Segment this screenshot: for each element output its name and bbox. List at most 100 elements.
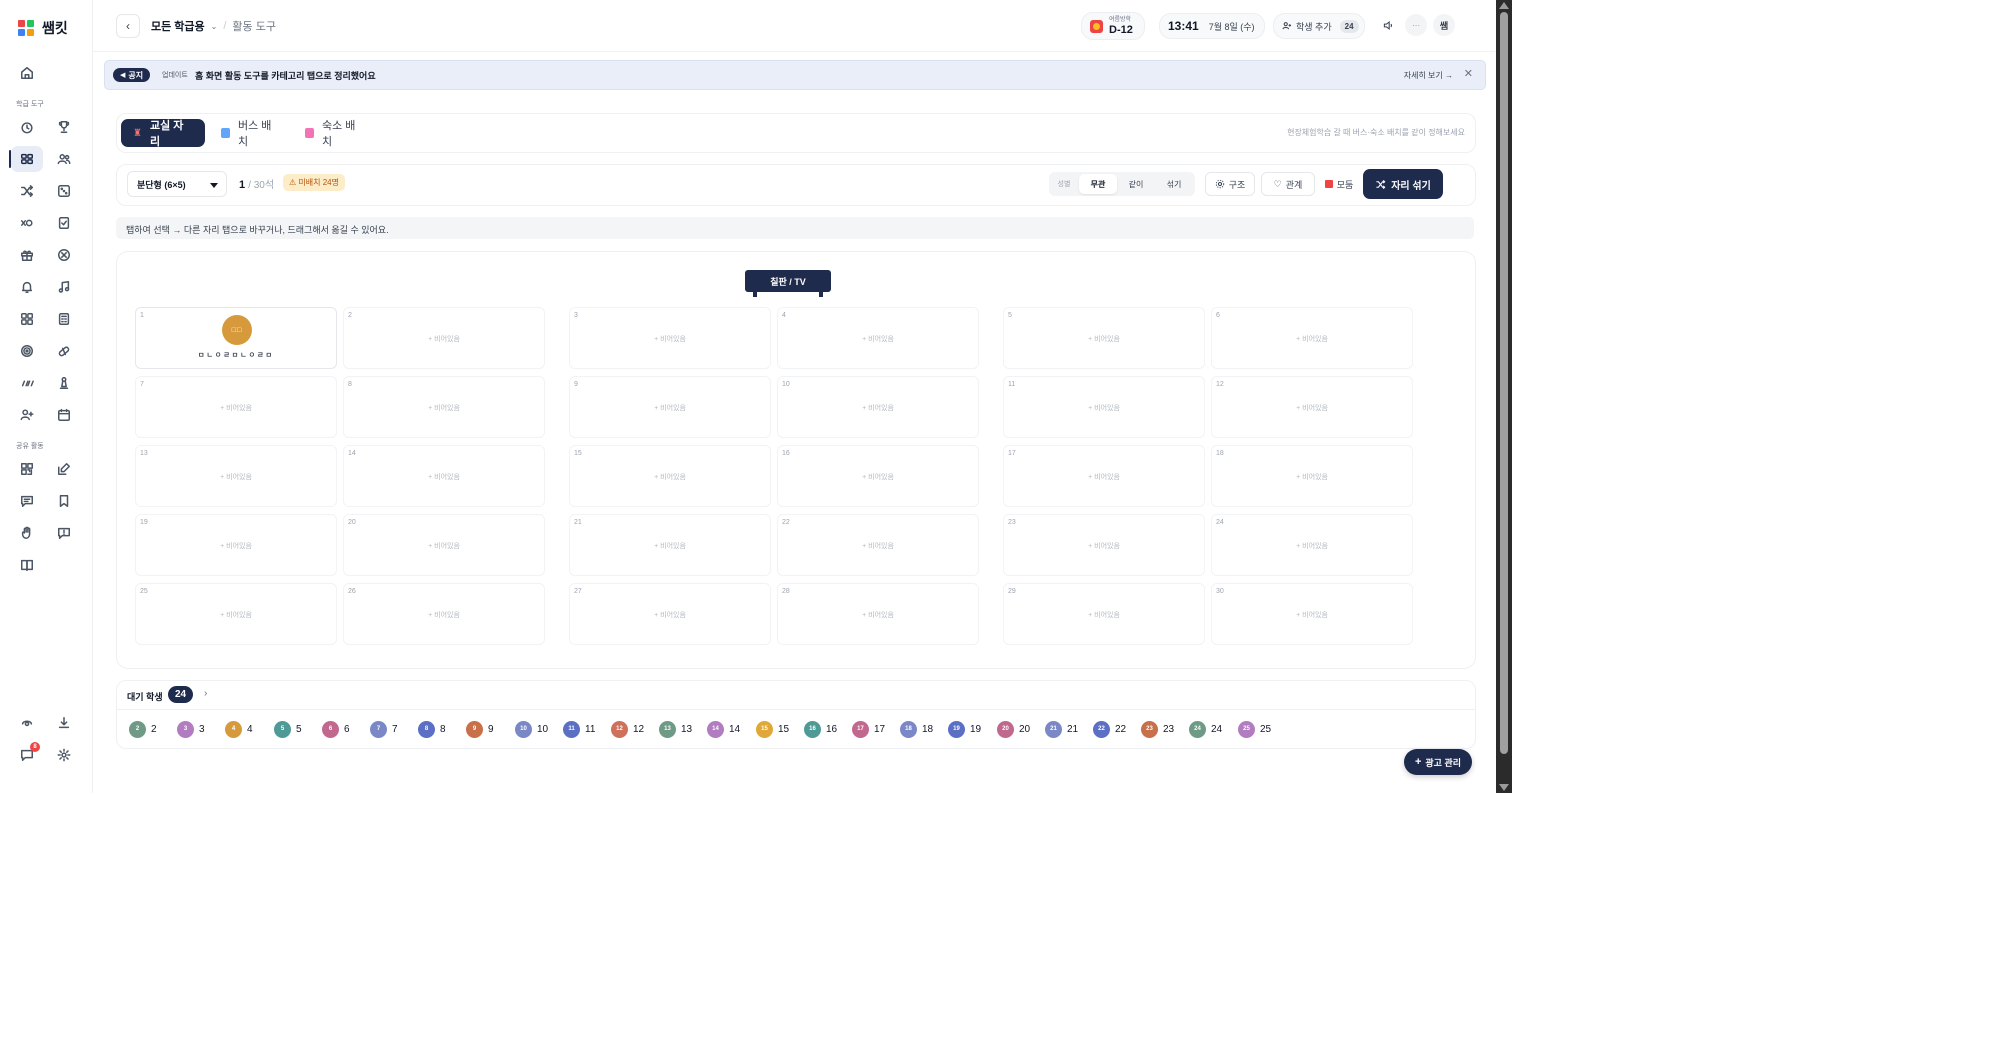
waiting-student-chip[interactable]: 24 24 (1189, 720, 1222, 738)
seat[interactable]: 26 + 비어있음 (343, 583, 545, 645)
waiting-student-chip[interactable]: 11 11 (563, 720, 595, 738)
waiting-student-chip[interactable]: 19 19 (948, 720, 981, 738)
seat[interactable]: 9 + 비어있음 (569, 376, 771, 438)
seat[interactable]: 24 + 비어있음 (1211, 514, 1413, 576)
apps-grid-icon[interactable] (11, 306, 43, 332)
bookmark-icon[interactable] (48, 488, 80, 514)
feedback-icon[interactable] (48, 520, 80, 546)
waiting-student-chip[interactable]: 88 (418, 720, 446, 738)
cancel-circle-icon[interactable] (48, 242, 80, 268)
chevron-down-icon[interactable]: ⌄ (211, 22, 218, 31)
seat-layout-icon[interactable] (11, 146, 43, 172)
gift-icon[interactable] (11, 242, 43, 268)
seat[interactable]: 12 + 비어있음 (1211, 376, 1413, 438)
seat[interactable]: 5 + 비어있음 (1003, 307, 1205, 369)
seat[interactable]: 8 + 비어있음 (343, 376, 545, 438)
notice-more-link[interactable]: 자세히 보기 → (1404, 70, 1453, 81)
seat[interactable]: 13 + 비어있음 (135, 445, 337, 507)
shuffle-seats-button[interactable]: 자리 섞기 (1363, 169, 1443, 199)
seat[interactable]: 15 + 비어있음 (569, 445, 771, 507)
seat[interactable]: 18 + 비어있음 (1211, 445, 1413, 507)
trophy-icon[interactable] (48, 114, 80, 140)
seat[interactable]: 10 + 비어있음 (777, 376, 979, 438)
seat[interactable]: 27 + 비어있음 (569, 583, 771, 645)
waiting-student-chip[interactable]: 16 16 (804, 720, 837, 738)
waiting-student-chip[interactable]: 23 23 (1141, 720, 1174, 738)
seat[interactable]: 30 + 비어있음 (1211, 583, 1413, 645)
raise-hand-icon[interactable] (11, 520, 43, 546)
layout-select[interactable]: 분단형 (6×5) (127, 171, 227, 197)
seat[interactable]: 7 + 비어있음 (135, 376, 337, 438)
waiting-student-chip[interactable]: 21 21 (1045, 720, 1078, 738)
calendar-icon[interactable] (48, 402, 80, 428)
timer-icon[interactable] (11, 114, 43, 140)
scroll-up-arrow-icon[interactable] (1499, 2, 1509, 9)
qr-code-icon[interactable] (11, 456, 43, 482)
add-student-button[interactable]: 학생 추가 24 (1273, 13, 1365, 39)
seat[interactable]: 20 + 비어있음 (343, 514, 545, 576)
seat[interactable]: 16 + 비어있음 (777, 445, 979, 507)
seat[interactable]: 2 + 비어있음 (343, 307, 545, 369)
tab-classroom[interactable]: ♜ 교실 자리 (121, 119, 205, 148)
waiting-student-chip[interactable]: 25 25 (1238, 720, 1271, 738)
gender-option-same[interactable]: 같이 (1117, 174, 1155, 194)
seat[interactable]: 17 + 비어있음 (1003, 445, 1205, 507)
waiting-student-chip[interactable]: 13 13 (659, 720, 692, 738)
back-button[interactable]: ‹ (116, 14, 140, 38)
seat[interactable]: 19 + 비어있음 (135, 514, 337, 576)
seat[interactable]: 28 + 비어있음 (777, 583, 979, 645)
ad-manage-button[interactable]: + 광고 관리 (1404, 749, 1472, 775)
waiting-student-chip[interactable]: 22 (129, 720, 157, 738)
waiting-student-chip[interactable]: 17 17 (852, 720, 885, 738)
dday-widget[interactable]: 여름방학 D-12 (1081, 12, 1145, 40)
profile-avatar[interactable]: 쌤 (1433, 14, 1455, 36)
app-logo[interactable]: 쌤킷 (18, 18, 68, 38)
seat[interactable]: 23 + 비어있음 (1003, 514, 1205, 576)
seat[interactable]: 6 + 비어있음 (1211, 307, 1413, 369)
shuffle-icon[interactable] (11, 178, 43, 204)
group-button[interactable]: 모둠 (1321, 172, 1357, 196)
seat[interactable]: 3 + 비어있음 (569, 307, 771, 369)
waiting-student-chip[interactable]: 44 (225, 720, 253, 738)
quote-icon[interactable] (11, 370, 43, 396)
waiting-student-chip[interactable]: 14 14 (707, 720, 740, 738)
user-plus-icon[interactable] (11, 402, 43, 428)
checklist-icon[interactable] (48, 210, 80, 236)
waiting-student-chip[interactable]: 15 15 (756, 720, 789, 738)
waiting-student-chip[interactable]: 77 (370, 720, 398, 738)
structure-button[interactable]: 구조 (1205, 172, 1255, 196)
chevron-right-icon[interactable]: › (204, 688, 207, 699)
waiting-student-chip[interactable]: 10 10 (515, 720, 548, 738)
seat[interactable]: 4 + 비어있음 (777, 307, 979, 369)
scroll-down-arrow-icon[interactable] (1499, 784, 1509, 791)
clock-widget[interactable]: 13:41 7월 8일 (수) (1159, 13, 1265, 39)
seat[interactable]: 14 + 비어있음 (343, 445, 545, 507)
dice-icon[interactable] (48, 178, 80, 204)
download-icon[interactable] (48, 710, 80, 736)
gender-option-mix[interactable]: 섞기 (1155, 174, 1193, 194)
target-icon[interactable] (11, 338, 43, 364)
tab-lodging[interactable]: 숙소 배치 (293, 119, 373, 148)
waiting-student-chip[interactable]: 33 (177, 720, 205, 738)
book-icon[interactable] (11, 552, 43, 578)
edit-board-icon[interactable] (48, 456, 80, 482)
gender-option-any[interactable]: 무관 (1079, 174, 1117, 194)
bell-icon[interactable] (11, 274, 43, 300)
breadcrumb-main[interactable]: 모든 학급용 (151, 18, 205, 34)
close-icon[interactable]: ✕ (1464, 67, 1473, 80)
chat-icon[interactable] (11, 488, 43, 514)
seat[interactable]: 25 + 비어있음 (135, 583, 337, 645)
ox-quiz-icon[interactable] (11, 210, 43, 236)
waiting-student-chip[interactable]: 55 (274, 720, 302, 738)
calculator-icon[interactable] (48, 306, 80, 332)
seat[interactable]: 29 + 비어있음 (1003, 583, 1205, 645)
volume-button[interactable] (1377, 14, 1399, 36)
music-icon[interactable] (48, 274, 80, 300)
pill-icon[interactable] (48, 338, 80, 364)
seat[interactable]: 11 + 비어있음 (1003, 376, 1205, 438)
waiting-student-chip[interactable]: 66 (322, 720, 350, 738)
tab-bus[interactable]: 버스 배치 (209, 119, 289, 148)
waiting-student-chip[interactable]: 22 22 (1093, 720, 1126, 738)
scrollbar-thumb[interactable] (1500, 12, 1508, 754)
messages-icon[interactable]: 8 (11, 742, 43, 768)
